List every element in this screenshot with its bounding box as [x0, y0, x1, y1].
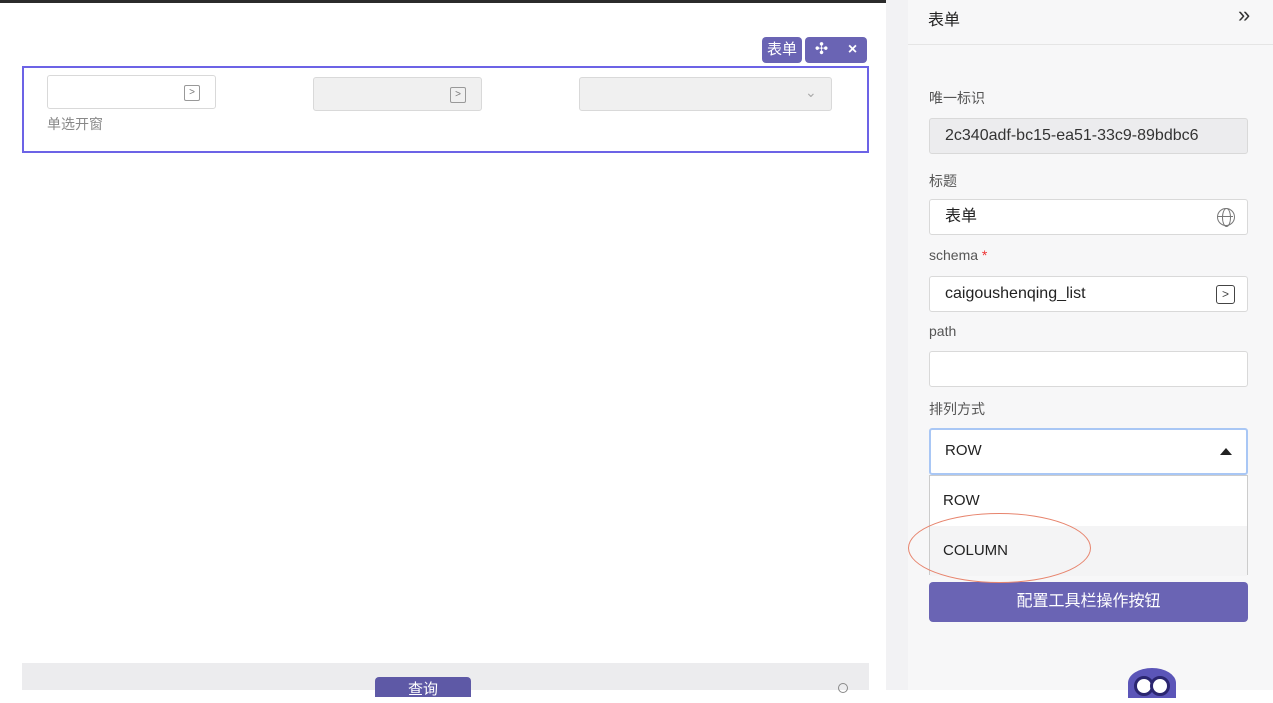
help-icon[interactable]	[838, 683, 848, 693]
layout-label: 排列方式	[929, 401, 985, 417]
properties-panel: 表单 » 唯一标识 2c340adf-bc15-ea51-33c9-89bdbc…	[908, 0, 1273, 698]
component-tag[interactable]: 表单	[762, 37, 803, 63]
required-mark: *	[981, 247, 988, 263]
layout-select-value: ROW	[945, 442, 982, 459]
config-toolbar-button[interactable]: 配置工具栏操作按钮	[929, 582, 1248, 622]
title-label: 标题	[929, 173, 957, 189]
path-field[interactable]	[929, 351, 1248, 387]
layout-option-row[interactable]: ROW	[930, 476, 1247, 526]
radio-popup-input[interactable]: >	[47, 75, 216, 109]
open-popup-icon[interactable]: >	[184, 85, 200, 101]
layout-select[interactable]: ROW	[929, 428, 1248, 475]
title-value: 表单	[945, 208, 978, 225]
title-field[interactable]: 表单	[929, 199, 1248, 235]
schema-label-text: schema	[929, 247, 979, 263]
globe-icon[interactable]	[1217, 208, 1235, 227]
layout-dropdown: ROW COLUMN	[929, 475, 1248, 576]
panel-divider	[886, 0, 908, 690]
chevron-down-icon: ⌄	[805, 84, 817, 100]
schema-label: schema *	[929, 247, 987, 263]
owl-logo-icon	[1128, 668, 1176, 698]
schema-value: caigoushenqing_list	[945, 285, 1086, 302]
select-input-disabled: ⌄	[579, 77, 832, 111]
panel-title: 表单	[928, 12, 961, 29]
query-button[interactable]: 查询	[375, 677, 471, 698]
schema-field[interactable]: caigoushenqing_list >	[929, 276, 1248, 312]
caret-up-icon	[1220, 448, 1232, 455]
collapse-panel-icon[interactable]: »	[1238, 2, 1251, 28]
id-label: 唯一标识	[929, 90, 985, 106]
popup-input-disabled: >	[313, 77, 482, 111]
component-toolbar: 表单 ✣ ×	[762, 37, 868, 63]
path-label: path	[929, 323, 957, 339]
panel-separator	[908, 44, 1273, 45]
layout-option-column[interactable]: COLUMN	[930, 526, 1247, 576]
close-icon[interactable]: ×	[848, 42, 857, 58]
field-label: 单选开窗	[47, 116, 103, 132]
id-field: 2c340adf-bc15-ea51-33c9-89bdbc6	[929, 118, 1248, 154]
move-icon[interactable]: ✣	[815, 42, 828, 58]
open-popup-icon: >	[450, 87, 466, 103]
component-actions: ✣ ×	[805, 37, 868, 63]
open-popup-icon[interactable]: >	[1216, 285, 1235, 304]
